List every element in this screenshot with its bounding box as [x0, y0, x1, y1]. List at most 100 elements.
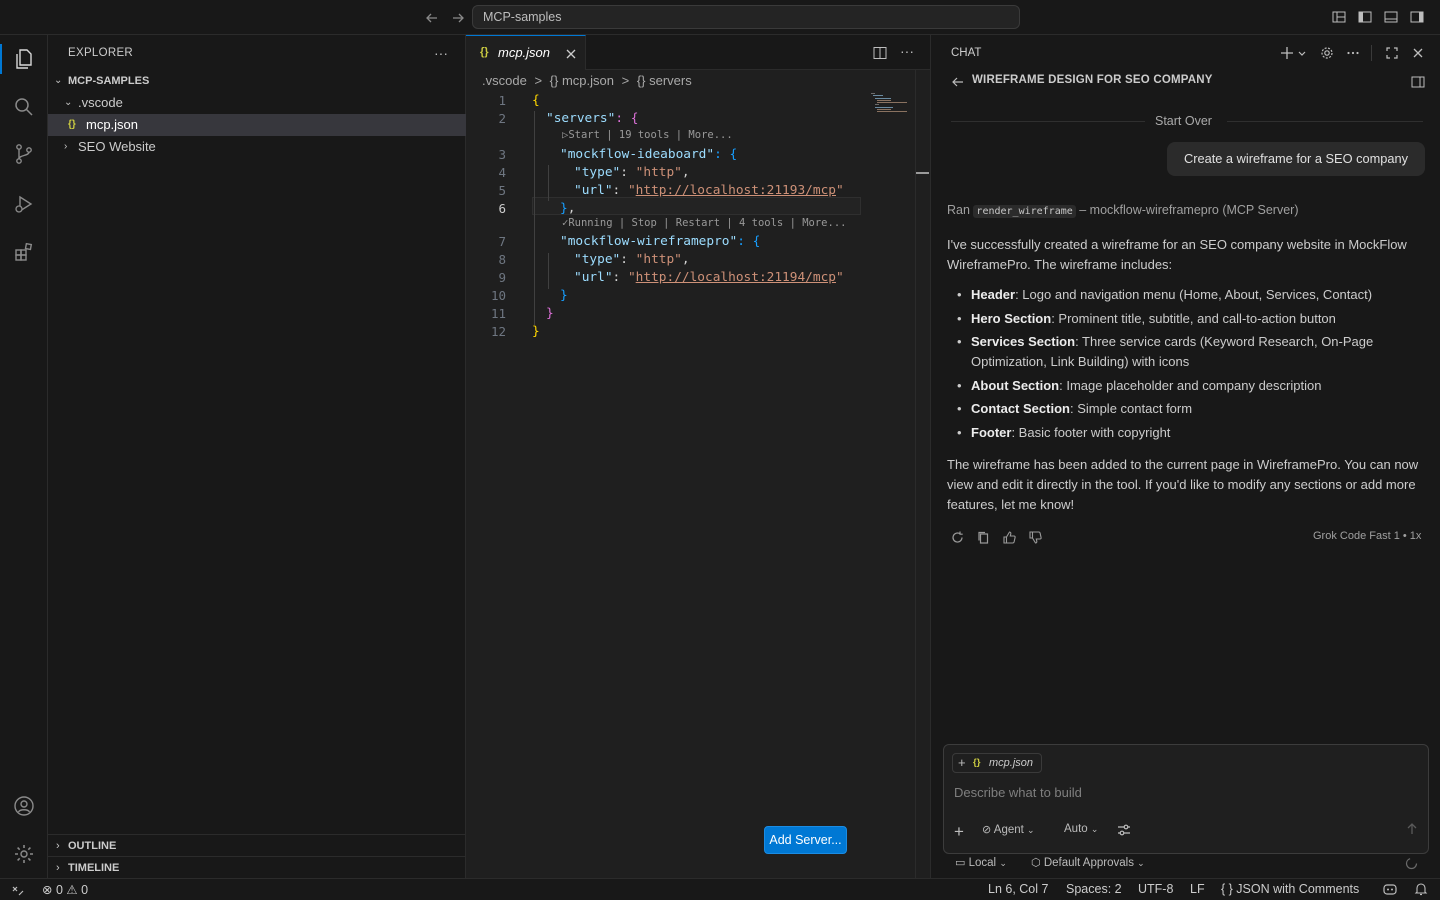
- accounts-icon[interactable]: [12, 794, 36, 818]
- approvals-picker[interactable]: ⬡ Default Approvals ⌄: [1031, 856, 1145, 869]
- toggle-sessions-icon[interactable]: [1410, 74, 1426, 90]
- model-picker[interactable]: Auto ⌄: [1064, 823, 1098, 835]
- explorer-icon[interactable]: [12, 47, 36, 71]
- close-icon[interactable]: [1410, 45, 1426, 61]
- extensions-icon[interactable]: [12, 240, 36, 264]
- configure-tools-icon[interactable]: [1116, 822, 1132, 838]
- breadcrumb-item[interactable]: .vscode: [482, 73, 527, 88]
- timeline-section-header[interactable]: › TIMELINE: [48, 856, 466, 878]
- chevron-down-icon: ⌄: [54, 75, 63, 86]
- cursor-position[interactable]: Ln 6, Col 7: [988, 882, 1048, 896]
- response-intro: I've successfully created a wireframe fo…: [947, 237, 1407, 272]
- code-line: "mockflow-wireframepro": {: [560, 234, 761, 249]
- forward-arrow-icon[interactable]: [448, 8, 468, 28]
- tab-mcp-json[interactable]: {} mcp.json: [466, 35, 586, 70]
- code-line: "type": "http",: [574, 165, 690, 180]
- back-arrow-icon[interactable]: [951, 75, 965, 89]
- tool-run-status: Ran render_wireframe – mockflow-wirefram…: [947, 203, 1299, 218]
- error-icon: ⊗: [42, 883, 53, 897]
- agent-icon: ⊘: [982, 824, 992, 836]
- indentation-setting[interactable]: Spaces: 2: [1066, 882, 1122, 896]
- file-label: mcp.json: [86, 117, 139, 132]
- notifications-bell-icon[interactable]: [1414, 881, 1428, 897]
- folder-label: .vscode: [78, 95, 123, 110]
- line-number: 3: [498, 147, 506, 162]
- tree-folder-seo-website[interactable]: › SEO Website: [48, 136, 466, 158]
- url-link[interactable]: http://localhost:21194/mcp: [636, 270, 836, 285]
- remote-icon[interactable]: [11, 881, 25, 897]
- loading-spinner-icon: [1405, 857, 1418, 870]
- workspace-root-folder[interactable]: ⌄ MCP-SAMPLES: [48, 70, 466, 92]
- toggle-primary-sidebar-icon[interactable]: [1357, 9, 1373, 25]
- response-bullet-list: Header: Logo and navigation menu (Home, …: [947, 285, 1425, 443]
- search-icon[interactable]: [12, 95, 36, 119]
- editor-tab-bar: {} mcp.json ···: [466, 35, 930, 70]
- chat-input-box: + {} mcp.json + ⊘ Agent ⌄ Auto ⌄: [943, 744, 1429, 854]
- problems-indicator[interactable]: ⊗ 0 ⚠ 0: [42, 882, 88, 897]
- explorer-sidebar: EXPLORER ··· ⌄ MCP-SAMPLES ⌄ .vscode {} …: [48, 35, 466, 878]
- url-link[interactable]: http://localhost:21193/mcp: [636, 183, 836, 198]
- outline-section-header[interactable]: › OUTLINE: [48, 834, 466, 856]
- copy-icon[interactable]: [976, 530, 991, 545]
- close-icon[interactable]: [564, 47, 578, 61]
- breadcrumb-item[interactable]: {} mcp.json: [550, 73, 614, 88]
- add-context-chip[interactable]: + {} mcp.json: [952, 753, 1042, 773]
- list-item: Header: Logo and navigation menu (Home, …: [947, 285, 1425, 305]
- breadcrumb-separator: >: [534, 73, 543, 88]
- monitor-icon: ▭: [955, 857, 966, 869]
- more-actions-icon[interactable]: ···: [434, 45, 448, 61]
- line-number: 9: [498, 270, 506, 285]
- toggle-panel-icon[interactable]: [1383, 9, 1399, 25]
- customize-layout-icon[interactable]: [1331, 9, 1347, 25]
- maximize-icon[interactable]: [1384, 45, 1400, 61]
- more-actions-icon[interactable]: [1345, 45, 1361, 61]
- split-editor-icon[interactable]: [872, 45, 888, 61]
- language-mode[interactable]: { } JSON with Comments: [1221, 882, 1359, 896]
- new-chat-icon[interactable]: [1279, 45, 1295, 61]
- tree-folder-vscode[interactable]: ⌄ .vscode: [48, 92, 466, 114]
- chat-prompt-input[interactable]: [954, 785, 1414, 800]
- toggle-secondary-sidebar-icon[interactable]: [1409, 9, 1425, 25]
- command-center-search[interactable]: MCP-samples: [472, 5, 1020, 29]
- editor-scrollbar[interactable]: [915, 70, 916, 878]
- source-control-icon[interactable]: [12, 142, 36, 166]
- start-over-label[interactable]: Start Over: [1155, 114, 1212, 128]
- breadcrumb-item[interactable]: {} servers: [637, 73, 692, 88]
- ran-prefix: Ran: [947, 203, 970, 217]
- send-arrow-icon[interactable]: [1404, 821, 1420, 837]
- workspace-root-label: MCP-SAMPLES: [68, 75, 150, 87]
- current-line-highlight: [532, 197, 861, 215]
- chat-panel-title: CHAT: [951, 47, 982, 59]
- agent-mode-picker[interactable]: ⊘ Agent ⌄: [982, 823, 1035, 836]
- thumbs-down-icon[interactable]: [1028, 530, 1043, 545]
- tree-file-mcp-json[interactable]: {} mcp.json: [48, 114, 466, 136]
- plus-icon: +: [958, 755, 966, 770]
- codelens-server-ideaboard[interactable]: ▷Start | 19 tools | More...: [562, 129, 733, 141]
- encoding-setting[interactable]: UTF-8: [1138, 882, 1173, 896]
- chevron-down-icon: ⌄: [64, 97, 73, 108]
- code-line: }: [532, 324, 540, 339]
- copilot-status-icon[interactable]: [1382, 881, 1398, 897]
- chevron-down-icon[interactable]: [1297, 45, 1307, 61]
- session-location-picker[interactable]: ▭ Local ⌄: [955, 856, 1007, 869]
- line-number: 4: [498, 165, 506, 180]
- add-attachment-icon[interactable]: +: [954, 822, 964, 842]
- more-actions-icon[interactable]: ···: [900, 43, 914, 59]
- add-server-button[interactable]: Add Server...: [764, 826, 847, 854]
- line-ending-setting[interactable]: LF: [1190, 882, 1205, 896]
- code-line: "url": "http://localhost:21193/mcp": [574, 183, 844, 198]
- back-arrow-icon[interactable]: [422, 8, 442, 28]
- thumbs-up-icon[interactable]: [1002, 530, 1017, 545]
- retry-icon[interactable]: [950, 530, 965, 545]
- run-and-debug-icon[interactable]: [12, 192, 36, 216]
- codelens-server-wireframepro[interactable]: ✓Running | Stop | Restart | 4 tools | Mo…: [562, 217, 846, 229]
- chevron-right-icon: ›: [56, 840, 60, 852]
- activity-bar: [0, 35, 48, 878]
- json-file-icon: {}: [68, 119, 76, 130]
- shield-icon: ⬡: [1031, 857, 1041, 869]
- minimap[interactable]: [869, 91, 915, 115]
- settings-gear-icon[interactable]: [12, 842, 36, 866]
- settings-gear-icon[interactable]: [1319, 45, 1335, 61]
- indent-guide: [548, 165, 549, 201]
- context-file-label: mcp.json: [989, 757, 1034, 769]
